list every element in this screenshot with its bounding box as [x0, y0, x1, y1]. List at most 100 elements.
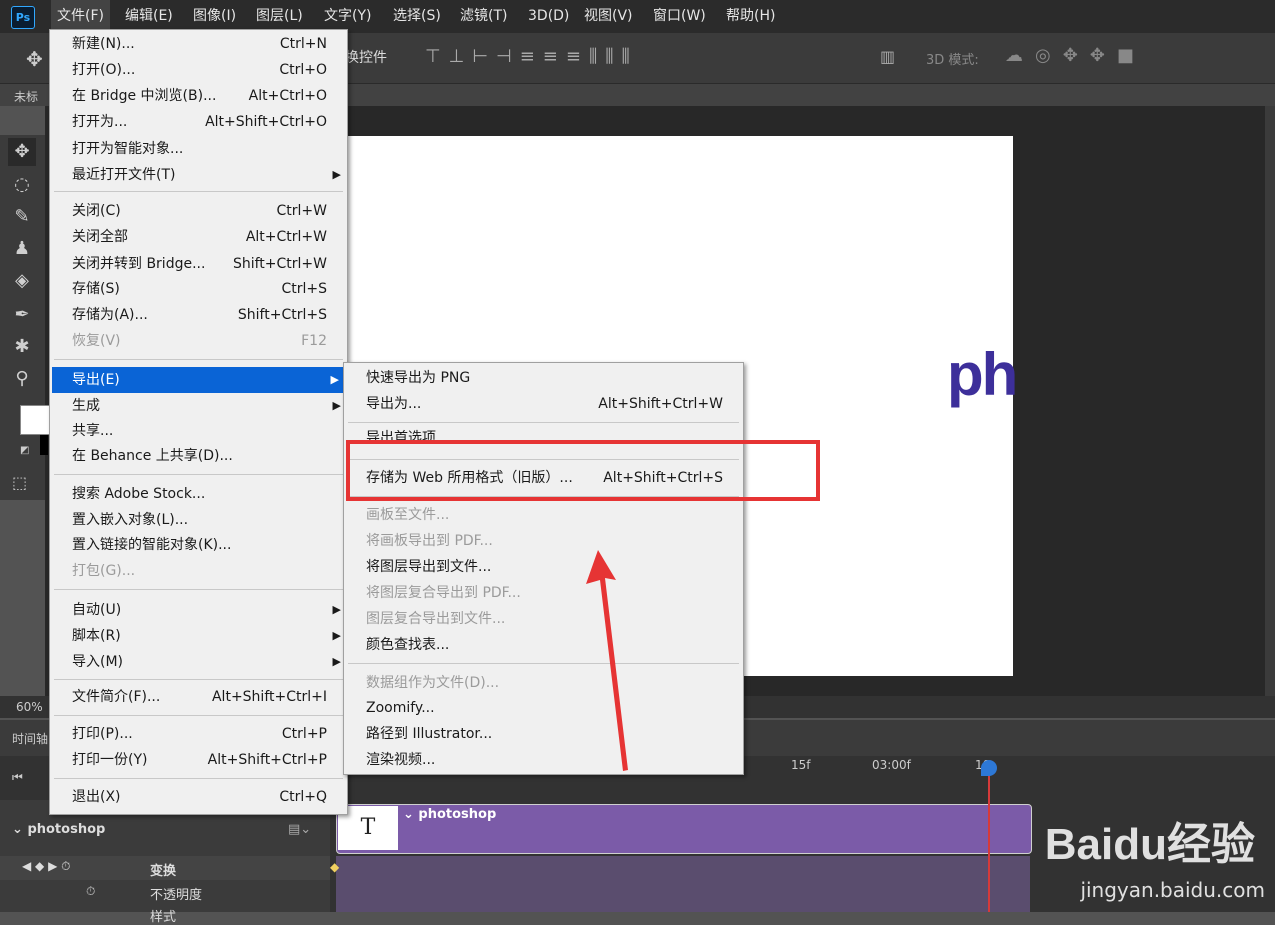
- menu-item-open[interactable]: 打开(O)... Ctrl+O: [50, 57, 347, 83]
- default-colors-icon[interactable]: ◩: [20, 445, 29, 456]
- menu-item-zoomify[interactable]: Zoomify...: [344, 695, 743, 721]
- menu-item-open-smart-object[interactable]: 打开为智能对象...: [50, 136, 347, 162]
- quick-mask-icon[interactable]: ⬚: [12, 473, 27, 492]
- playhead-handle-icon[interactable]: [981, 760, 997, 776]
- row-label: 不透明度: [150, 888, 203, 903]
- menu-item-place-linked[interactable]: 置入链接的智能对象(K)...: [50, 532, 347, 558]
- baidu-watermark-logo: Baidu经验: [1044, 820, 1255, 869]
- menu-item-browse-bridge[interactable]: 在 Bridge 中浏览(B)... Alt+Ctrl+O: [50, 83, 347, 109]
- menu-item-exit[interactable]: 退出(X) Ctrl+Q: [50, 784, 347, 810]
- playhead[interactable]: [988, 768, 990, 912]
- menu-item-share-behance[interactable]: 在 Behance 上共享(D)...: [50, 443, 347, 469]
- menu-item-share[interactable]: 共享...: [50, 418, 347, 444]
- menu-item-close-all[interactable]: 关闭全部 Alt+Ctrl+W: [50, 224, 347, 250]
- foreground-color-swatch[interactable]: [20, 405, 50, 435]
- background-color-swatch[interactable]: [40, 435, 48, 455]
- submenu-arrow-icon: ▶: [332, 603, 341, 616]
- zoom-level[interactable]: 60%: [16, 700, 43, 714]
- highlight-annotation-box: [346, 440, 820, 501]
- menu-filter[interactable]: 滤镜(T): [454, 0, 513, 33]
- menu-item-save[interactable]: 存储(S) Ctrl+S: [50, 276, 347, 302]
- menu-item-new[interactable]: 新建(N)... Ctrl+N: [50, 31, 347, 57]
- menu-item-place-embedded[interactable]: 置入嵌入对象(L)...: [50, 507, 347, 533]
- pen-tool-icon[interactable]: ✒: [8, 301, 36, 329]
- menu-item-layer-comps-to-pdf[interactable]: 将图层复合导出到 PDF...: [344, 580, 743, 606]
- menu-separator: [348, 422, 739, 423]
- menu-item-layers-to-files[interactable]: 将图层导出到文件...: [344, 554, 743, 580]
- menu-item-search-stock[interactable]: 搜索 Adobe Stock...: [50, 481, 347, 507]
- menu-item-close[interactable]: 关闭(C) Ctrl+W: [50, 198, 347, 224]
- submenu-arrow-icon: ▶: [332, 629, 341, 642]
- menu-item-scripts[interactable]: 脚本(R) ▶: [50, 623, 347, 649]
- property-track[interactable]: [336, 856, 1030, 912]
- menu-item-layer-comps-to-files[interactable]: 图层复合导出到文件...: [344, 606, 743, 632]
- submenu-arrow-icon: ▶: [332, 168, 341, 181]
- menu-item-paths-to-illustrator[interactable]: 路径到 Illustrator...: [344, 721, 743, 747]
- menu-item-automate[interactable]: 自动(U) ▶: [50, 597, 347, 623]
- keyframe-nav-icon[interactable]: ◀ ◆ ▶ ⏱: [22, 859, 71, 874]
- align-icons[interactable]: ⊤⊥⊢⊣≡≡≡⫼⫼⫼: [425, 46, 638, 67]
- tick-label: 03:00f: [872, 758, 911, 772]
- document-tab[interactable]: 未标: [14, 88, 38, 105]
- tick-label: 15f: [791, 758, 811, 772]
- menu-item-file-info[interactable]: 文件简介(F)... Alt+Shift+Ctrl+I: [50, 684, 347, 710]
- menu-view[interactable]: 视图(V): [578, 0, 639, 33]
- menu-item-artboards-to-pdf[interactable]: 将画板导出到 PDF...: [344, 528, 743, 554]
- menu-item-save-as[interactable]: 存储为(A)... Shift+Ctrl+S: [50, 302, 347, 328]
- submenu-arrow-icon: ▶: [330, 373, 339, 386]
- annotation-arrow-icon: [586, 550, 628, 771]
- eyedropper-tool-icon[interactable]: ✎: [8, 203, 36, 231]
- submenu-arrow-icon: ▶: [332, 399, 341, 412]
- timeline-layer-panel: ⌄ photoshop ▤⌄ ◀ ◆ ▶ ⏱ 变换 ⏱ 不透明度 样式: [0, 800, 330, 925]
- menu-item-close-go-bridge[interactable]: 关闭并转到 Bridge... Shift+Ctrl+W: [50, 251, 347, 277]
- move-icon[interactable]: ✥: [26, 47, 43, 71]
- expand-chevron-icon[interactable]: ⌄: [12, 822, 23, 837]
- menu-item-artboards-to-files[interactable]: 画板至文件...: [344, 502, 743, 528]
- tool-bar: ✥ ◌ ✎ ♟ ◈ ✒ ✱ ⚲ ◩ ⬚: [0, 135, 50, 500]
- photoshop-logo-icon: Ps: [11, 6, 35, 29]
- menu-item-generate[interactable]: 生成 ▶: [50, 393, 347, 419]
- paint-bucket-tool-icon[interactable]: ◈: [8, 267, 36, 295]
- film-icon[interactable]: ▤⌄: [288, 822, 311, 837]
- layer-name: photoshop: [27, 822, 106, 837]
- submenu-arrow-icon: ▶: [332, 655, 341, 668]
- menu-item-color-lookup[interactable]: 颜色查找表...: [344, 632, 743, 658]
- menu-item-print-one[interactable]: 打印一份(Y) Alt+Shift+Ctrl+P: [50, 747, 347, 773]
- menu-item-render-video[interactable]: 渲染视频...: [344, 747, 743, 773]
- menu-item-recent-files[interactable]: 最近打开文件(T) ▶: [50, 162, 347, 188]
- keyframe-icon[interactable]: ◆: [330, 860, 339, 874]
- menu-select[interactable]: 选择(S): [387, 0, 447, 33]
- stamp-tool-icon[interactable]: ♟: [8, 235, 36, 263]
- 3d-mode-icons[interactable]: ☁◎✥✥■: [1005, 45, 1146, 66]
- right-panel-strip: [1265, 106, 1275, 696]
- menu-item-import[interactable]: 导入(M) ▶: [50, 649, 347, 675]
- zoom-tool-icon[interactable]: ⚲: [8, 365, 36, 393]
- transform-controls-label[interactable]: 换控件: [345, 47, 387, 67]
- export-submenu: 快速导出为 PNG 导出为... Alt+Shift+Ctrl+W 导出首选项..…: [343, 362, 744, 775]
- row-label: 变换: [150, 864, 177, 879]
- lasso-tool-icon[interactable]: ◌: [8, 171, 36, 199]
- layer-track[interactable]: ⌄ photoshop: [336, 804, 1032, 854]
- timeline-panel-label: 时间轴: [12, 732, 49, 746]
- distribute-icon[interactable]: ▥: [880, 47, 895, 66]
- menu-item-quick-export-png[interactable]: 快速导出为 PNG: [344, 365, 743, 391]
- menu-item-export-as[interactable]: 导出为... Alt+Shift+Ctrl+W: [344, 391, 743, 417]
- menu-item-package[interactable]: 打包(G)...: [50, 558, 347, 584]
- menu-window[interactable]: 窗口(W): [647, 0, 712, 33]
- file-menu: 新建(N)... Ctrl+N 打开(O)... Ctrl+O 在 Bridge 中…: [49, 29, 348, 815]
- menu-item-export[interactable]: 导出(E) ▶: [52, 367, 345, 393]
- stopwatch-icon[interactable]: ⏱: [86, 884, 95, 899]
- menu-separator: [54, 715, 343, 716]
- menu-item-print[interactable]: 打印(P)... Ctrl+P: [50, 721, 347, 747]
- menu-3d[interactable]: 3D(D): [522, 0, 575, 33]
- go-to-start-icon[interactable]: ⏮: [12, 770, 23, 785]
- menu-help[interactable]: 帮助(H): [720, 0, 781, 33]
- menu-item-revert[interactable]: 恢复(V) F12: [50, 328, 347, 354]
- menu-item-data-sets-as-files[interactable]: 数据组作为文件(D)...: [344, 670, 743, 696]
- puppet-warp-tool-icon[interactable]: ✱: [8, 333, 36, 361]
- move-tool-icon[interactable]: ✥: [8, 138, 36, 166]
- transform-row[interactable]: ◀ ◆ ▶ ⏱ 变换: [0, 856, 330, 880]
- menu-item-open-as[interactable]: 打开为... Alt+Shift+Ctrl+O: [50, 109, 347, 135]
- track-label: ⌄ photoshop: [403, 807, 497, 822]
- layer-row[interactable]: ⌄ photoshop: [12, 822, 105, 837]
